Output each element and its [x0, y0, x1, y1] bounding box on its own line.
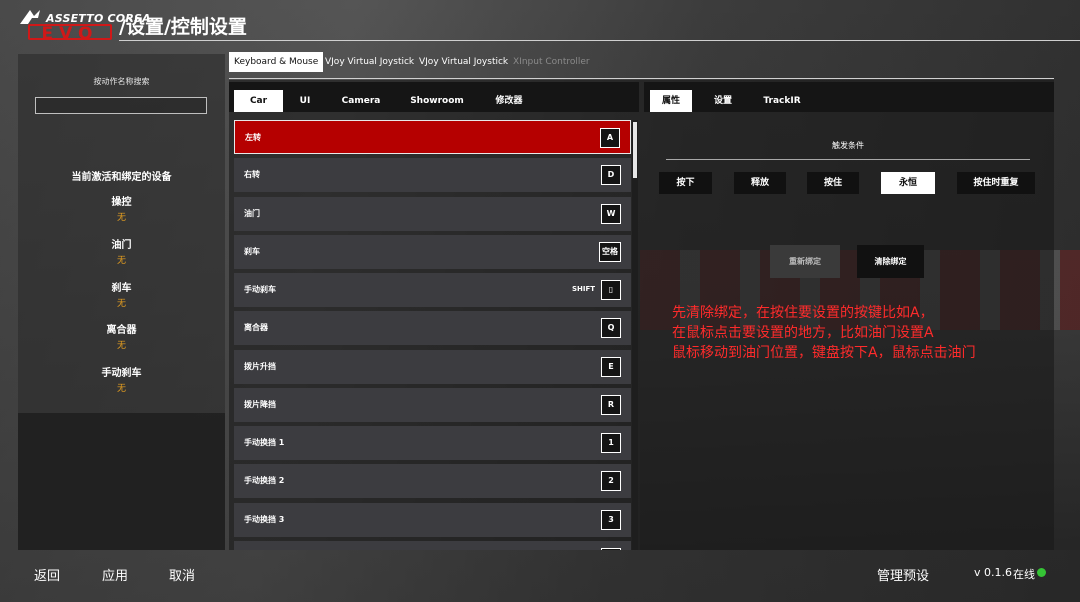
- binding-label: 手动换挡 2: [244, 476, 285, 485]
- device-item-clutch: 离合器 无: [18, 321, 225, 351]
- version-label: v 0.1.6: [974, 566, 1012, 579]
- trigger-hold-button[interactable]: 按住: [807, 172, 859, 194]
- binding-row-handbrake[interactable]: 手动刹车 SHIFT ▯: [234, 273, 631, 307]
- tab-xinput[interactable]: XInput Controller: [508, 52, 595, 72]
- online-status: 在线: [1013, 568, 1035, 581]
- apply-button[interactable]: 应用: [102, 565, 128, 584]
- device-value: 无: [116, 341, 126, 351]
- device-item-handbrake: 手动刹车 无: [18, 364, 225, 394]
- device-value: 无: [116, 256, 126, 266]
- device-item-brake: 刹车 无: [18, 279, 225, 309]
- device-name: 离合器: [106, 325, 137, 336]
- manage-presets-button[interactable]: 管理预设: [877, 565, 929, 584]
- binding-key: 空格: [599, 242, 621, 262]
- binding-key: R: [601, 395, 621, 415]
- binding-label: 手动刹车: [244, 285, 276, 294]
- binding-list-scrollbar[interactable]: [632, 120, 638, 550]
- binding-label: 油门: [244, 209, 260, 218]
- logo-text-evo: EVO: [28, 24, 112, 43]
- binding-modifier: SHIFT: [571, 285, 595, 293]
- active-devices-title: 当前激活和绑定的设备: [71, 172, 172, 183]
- binding-label: 刹车: [244, 247, 260, 256]
- binding-label: 手动换挡 3: [244, 515, 285, 524]
- binding-row-steer-left[interactable]: 左转 A: [234, 120, 631, 154]
- cancel-button[interactable]: 取消: [169, 565, 195, 584]
- device-name: 手动刹车: [101, 368, 142, 379]
- clear-binding-button[interactable]: 清除绑定: [857, 245, 924, 278]
- page-title: /设置/控制设置: [119, 16, 247, 38]
- online-status-icon: [1037, 568, 1046, 577]
- trigger-divider: [666, 159, 1030, 160]
- binding-list: 左转 A 右转 D 油门 W 刹车 空格 手动刹车 SHIFT ▯ 离合器 Q …: [234, 120, 631, 550]
- trigger-title: 触发条件: [832, 141, 864, 150]
- device-value: 无: [116, 384, 126, 394]
- tab-trackir[interactable]: TrackIR: [756, 90, 808, 112]
- device-name: 操控: [111, 197, 132, 208]
- binding-label: 离合器: [244, 323, 268, 332]
- binding-key: E: [601, 357, 621, 377]
- binding-label: 拨片升挡: [244, 362, 276, 371]
- tab-vjoy-2[interactable]: VJoy Virtual Joystick: [414, 52, 513, 72]
- logo: ASSETTO CORSA EVO: [18, 8, 151, 43]
- binding-key: 3: [601, 510, 621, 530]
- binding-row-gear-2[interactable]: 手动换挡 2 2: [234, 464, 631, 498]
- action-search-input[interactable]: [35, 97, 207, 114]
- rebind-button[interactable]: 重新绑定: [770, 245, 840, 278]
- binding-key: D: [601, 165, 621, 185]
- tab-properties[interactable]: 属性: [650, 90, 692, 112]
- tab-settings[interactable]: 设置: [702, 90, 744, 112]
- scrollbar-thumb[interactable]: [633, 122, 637, 178]
- trigger-press-button[interactable]: 按下: [659, 172, 712, 194]
- tab-camera[interactable]: Camera: [334, 90, 388, 112]
- note-line: 先清除绑定，在按住要设置的按键比如A，: [672, 305, 934, 321]
- trigger-release-button[interactable]: 释放: [734, 172, 786, 194]
- binding-label: 手动换挡 1: [244, 438, 285, 447]
- device-name: 刹车: [111, 283, 132, 294]
- device-value: 无: [116, 213, 126, 223]
- trigger-hold-repeat-button[interactable]: 按住时重复: [957, 172, 1035, 194]
- search-label: 按动作名称搜索: [93, 77, 150, 86]
- binding-row-gear-1[interactable]: 手动换挡 1 1: [234, 426, 631, 460]
- binding-row-partial[interactable]: [234, 541, 631, 550]
- binding-key: 1: [601, 433, 621, 453]
- tab-showroom[interactable]: Showroom: [403, 90, 471, 112]
- binding-key: Q: [601, 318, 621, 338]
- binding-label: 左转: [245, 133, 261, 142]
- device-value: 无: [116, 299, 126, 309]
- device-item-throttle: 油门 无: [18, 236, 225, 266]
- device-tabs-divider: [229, 78, 1054, 79]
- binding-key: A: [600, 128, 620, 148]
- binding-label: 拨片降挡: [244, 400, 276, 409]
- back-button[interactable]: 返回: [34, 565, 60, 584]
- note-line: 鼠标移动到油门位置，键盘按下A，鼠标点击油门: [672, 345, 976, 361]
- binding-row-clutch[interactable]: 离合器 Q: [234, 311, 631, 345]
- note-line: 在鼠标点击要设置的地方，比如油门设置A: [672, 325, 934, 341]
- trigger-always-button[interactable]: 永恒: [881, 172, 935, 194]
- annotation-note: 先清除绑定，在按住要设置的按键比如A， 在鼠标点击要设置的地方，比如油门设置A …: [672, 303, 976, 363]
- binding-key: [601, 548, 621, 550]
- tab-vjoy-1[interactable]: VJoy Virtual Joystick: [320, 52, 419, 72]
- binding-label: 右转: [244, 170, 260, 179]
- device-name: 油门: [111, 240, 132, 251]
- binding-row-throttle[interactable]: 油门 W: [234, 197, 631, 231]
- tab-keyboard-mouse[interactable]: Keyboard & Mouse: [229, 52, 324, 72]
- sidebar-footer-area: [18, 413, 225, 550]
- tab-modifiers[interactable]: 修改器: [486, 90, 532, 112]
- header: ASSETTO CORSA EVO /设置/控制设置: [0, 0, 1080, 48]
- title-divider: [119, 40, 1080, 41]
- device-item-steering: 操控 无: [18, 193, 225, 223]
- binding-row-paddle-up[interactable]: 拨片升挡 E: [234, 350, 631, 384]
- binding-key: ▯: [601, 280, 621, 300]
- binding-row-gear-3[interactable]: 手动换挡 3 3: [234, 503, 631, 537]
- binding-key: 2: [601, 471, 621, 491]
- binding-row-steer-right[interactable]: 右转 D: [234, 158, 631, 192]
- binding-key: W: [601, 204, 621, 224]
- binding-row-brake[interactable]: 刹车 空格: [234, 235, 631, 269]
- binding-row-paddle-down[interactable]: 拨片降挡 R: [234, 388, 631, 422]
- tab-car[interactable]: Car: [234, 90, 283, 112]
- tab-ui[interactable]: UI: [290, 90, 320, 112]
